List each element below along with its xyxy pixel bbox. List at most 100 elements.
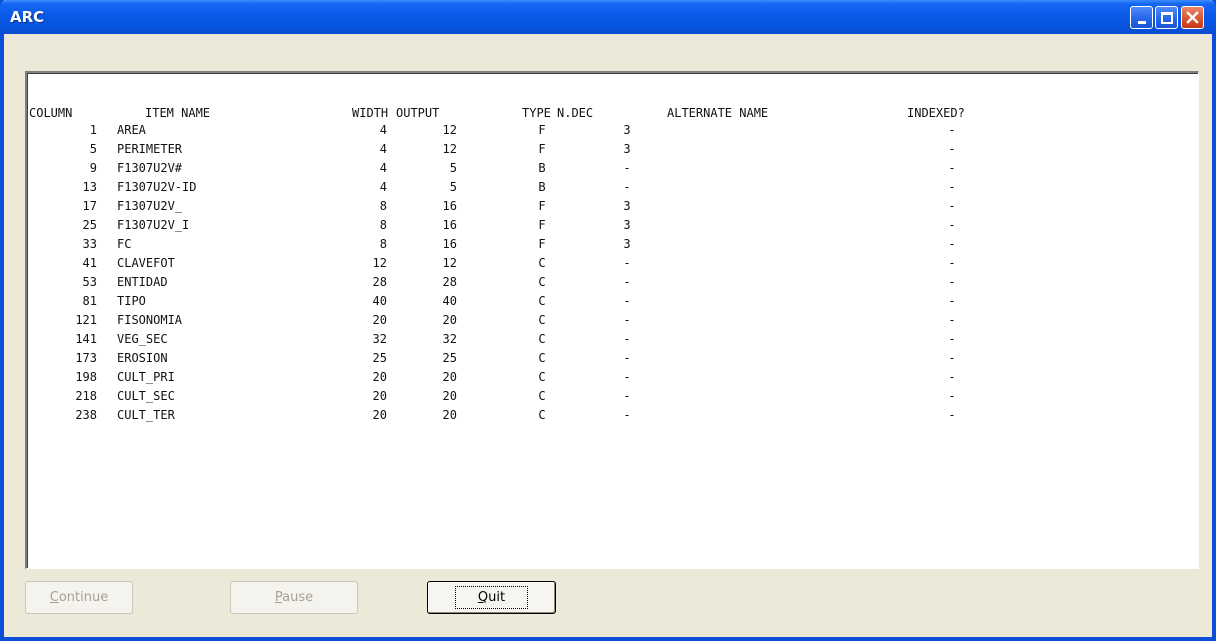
cell-type: F (538, 237, 546, 251)
cell-output: 25 (442, 351, 457, 365)
cell-output: 12 (442, 256, 457, 270)
close-button[interactable] (1181, 6, 1204, 29)
cell-column: 17 (82, 199, 97, 213)
cell-indexed: - (948, 389, 956, 403)
cell-ndec: - (623, 408, 631, 422)
cell-type: C (538, 389, 546, 403)
cell-column: 81 (82, 294, 97, 308)
cell-type: F (538, 199, 546, 213)
cell-type: C (538, 370, 546, 384)
cell-type: C (538, 256, 546, 270)
maximize-button[interactable] (1155, 6, 1178, 29)
table-row: 53 ENTIDAD 28 28 C - - (27, 275, 1127, 294)
table-row: 1 AREA 4 12 F 3 - (27, 123, 1127, 142)
cell-ndec: - (623, 389, 631, 403)
cell-column: 9 (89, 161, 97, 175)
cell-type: F (538, 142, 546, 156)
cell-ndec: - (623, 351, 631, 365)
cell-ndec: 3 (623, 123, 631, 137)
cell-type: C (538, 332, 546, 346)
cell-width: 20 (372, 370, 387, 384)
cell-indexed: - (948, 218, 956, 232)
cell-column: 173 (75, 351, 97, 365)
cell-output: 16 (442, 218, 457, 232)
cell-item-name: F1307U2V_I (117, 218, 190, 232)
cell-column: 53 (82, 275, 97, 289)
window-title: ARC (10, 8, 45, 26)
cell-output: 20 (442, 408, 457, 422)
title-bar[interactable]: ARC (0, 0, 1216, 34)
header-width: WIDTH (352, 106, 389, 120)
header-ndec: N.DEC (557, 106, 594, 120)
cell-width: 8 (379, 237, 387, 251)
cell-type: F (538, 218, 546, 232)
cell-type: C (538, 275, 546, 289)
cell-ndec: - (623, 370, 631, 384)
cell-column: 238 (75, 408, 97, 422)
cell-indexed: - (948, 313, 956, 327)
cell-column: 33 (82, 237, 97, 251)
cell-column: 25 (82, 218, 97, 232)
quit-button[interactable]: Quit (427, 581, 556, 614)
header-indexed: INDEXED? (907, 106, 965, 120)
item-list[interactable]: COLUMN ITEM NAME WIDTH OUTPUT TYPE N.DEC… (25, 71, 1199, 569)
table-row: 238 CULT_TER 20 20 C - - (27, 408, 1127, 427)
table-row: 25 F1307U2V_I 8 16 F 3 - (27, 218, 1127, 237)
cell-output: 20 (442, 389, 457, 403)
minimize-button[interactable] (1130, 6, 1153, 29)
pause-button[interactable]: Pause (230, 581, 358, 614)
cell-width: 4 (379, 123, 387, 137)
continue-label: Continue (49, 590, 109, 605)
cell-ndec: - (623, 180, 631, 194)
cell-indexed: - (948, 123, 956, 137)
header-column: COLUMN (29, 106, 73, 120)
cell-item-name: TIPO (117, 294, 146, 308)
cell-ndec: - (623, 294, 631, 308)
cell-item-name: CULT_SEC (117, 389, 175, 403)
cell-type: C (538, 313, 546, 327)
header-alternate-name: ALTERNATE NAME (667, 106, 769, 120)
cell-indexed: - (948, 408, 956, 422)
cell-ndec: - (623, 313, 631, 327)
cell-output: 32 (442, 332, 457, 346)
cell-output: 5 (449, 161, 457, 175)
continue-button[interactable]: Continue (25, 581, 133, 614)
header-type: TYPE (522, 106, 551, 120)
cell-column: 5 (89, 142, 97, 156)
table-row: 173 EROSION 25 25 C - - (27, 351, 1127, 370)
maximize-icon (1160, 11, 1173, 24)
table-row: 17 F1307U2V_ 8 16 F 3 - (27, 199, 1127, 218)
cell-type: F (538, 123, 546, 137)
cell-column: 141 (75, 332, 97, 346)
cell-indexed: - (948, 142, 956, 156)
cell-indexed: - (948, 294, 956, 308)
cell-width: 12 (372, 256, 387, 270)
cell-output: 40 (442, 294, 457, 308)
cell-indexed: - (948, 161, 956, 175)
cell-item-name: CULT_TER (117, 408, 175, 422)
cell-ndec: 3 (623, 199, 631, 213)
cell-column: 13 (82, 180, 97, 194)
table-row: 218 CULT_SEC 20 20 C - - (27, 389, 1127, 408)
table-row: 198 CULT_PRI 20 20 C - - (27, 370, 1127, 389)
cell-item-name: F1307U2V_ (117, 199, 183, 213)
cell-indexed: - (948, 351, 956, 365)
cell-ndec: 3 (623, 218, 631, 232)
cell-column: 198 (75, 370, 97, 384)
cell-indexed: - (948, 275, 956, 289)
cell-width: 25 (372, 351, 387, 365)
cell-output: 28 (442, 275, 457, 289)
table-row: 41 CLAVEFOT 12 12 C - - (27, 256, 1127, 275)
table-row: 5 PERIMETER 4 12 F 3 - (27, 142, 1127, 161)
cell-ndec: - (623, 275, 631, 289)
table-row: 121 FISONOMIA 20 20 C - - (27, 313, 1127, 332)
cell-width: 4 (379, 180, 387, 194)
cell-indexed: - (948, 370, 956, 384)
cell-type: C (538, 351, 546, 365)
cell-item-name: AREA (117, 123, 146, 137)
cell-type: C (538, 408, 546, 422)
cell-indexed: - (948, 199, 956, 213)
cell-item-name: FC (117, 237, 132, 251)
cell-output: 16 (442, 237, 457, 251)
cell-item-name: FISONOMIA (117, 313, 183, 327)
